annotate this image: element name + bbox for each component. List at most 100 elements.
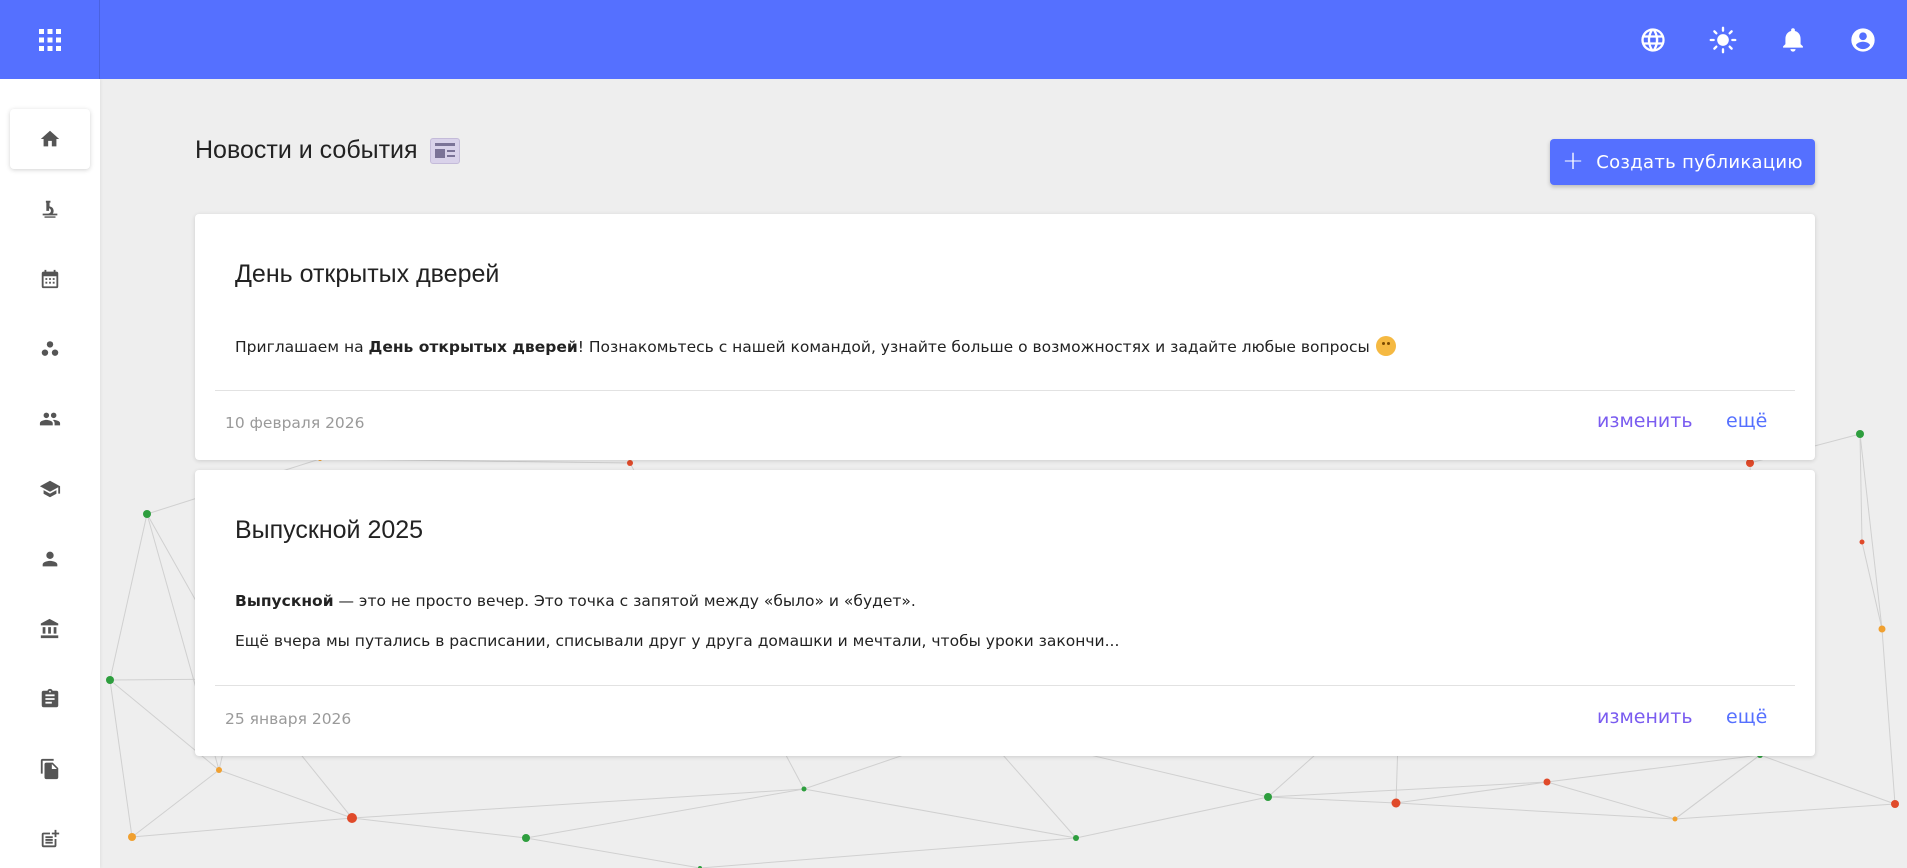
home-icon: [40, 130, 60, 147]
post-date: 10 февраля 2026: [225, 414, 365, 432]
network-edge: [351, 788, 805, 819]
person-icon: [42, 551, 58, 567]
post-paragraph: Ещё вчера мы путались в расписании, спис…: [235, 632, 1119, 651]
post-body: Приглашаем на День открытых дверей! Позн…: [235, 336, 1396, 357]
sidebar-item-calendar[interactable]: [10, 249, 90, 309]
network-edge: [1267, 796, 1397, 804]
files-icon: [40, 758, 59, 780]
top-app-bar: [0, 0, 1907, 79]
clipboard-icon: [41, 688, 59, 708]
globe-icon: [1641, 27, 1665, 52]
sidebar-item-institution[interactable]: [10, 599, 90, 659]
microscope-icon: [42, 200, 58, 218]
network-node: [106, 676, 114, 684]
network-node: [1672, 816, 1678, 822]
post-card: Выпускной 2025 Выпускной — это не просто…: [195, 470, 1815, 756]
network-edge: [1546, 754, 1761, 783]
apps-grid-icon: [38, 28, 61, 51]
create-post-button[interactable]: + Создать публикацию: [1550, 139, 1815, 185]
page-title-text: Новости и события: [195, 136, 418, 164]
network-node: [522, 834, 530, 842]
network-node: [143, 510, 151, 518]
sidebar-item-education[interactable]: [10, 459, 90, 519]
network-edge: [1395, 802, 1676, 820]
edit-post-link[interactable]: изменить: [1597, 410, 1693, 432]
post-title: Выпускной 2025: [235, 516, 424, 544]
sidebar-item-groups[interactable]: [10, 319, 90, 379]
newspaper-icon: [429, 137, 460, 164]
network-edge: [525, 837, 701, 868]
notifications-button[interactable]: [1775, 22, 1811, 58]
sidebar-item-profile[interactable]: [10, 529, 90, 589]
graduation-cap-icon: [39, 480, 61, 498]
people-icon: [39, 412, 61, 426]
network-edge: [803, 788, 1077, 839]
page-title: Новости и события: [195, 136, 460, 165]
network-node: [1746, 459, 1754, 467]
post-paragraph: Приглашаем на День открытых дверей! Позн…: [235, 336, 1396, 357]
network-node: [128, 833, 136, 841]
network-edge: [1861, 541, 1883, 630]
calendar-icon: [41, 269, 59, 289]
more-post-link[interactable]: ещё: [1726, 410, 1767, 432]
post-text: ! Познакомьтесь с нашей командой, узнайт…: [577, 338, 1370, 356]
network-node: [1264, 793, 1272, 801]
more-post-link[interactable]: ещё: [1726, 706, 1767, 728]
network-edge: [1075, 796, 1269, 839]
brightness-icon: [1709, 26, 1737, 53]
apps-menu-button[interactable]: [0, 0, 100, 79]
post-body: Выпускной — это не просто вечер. Это точ…: [235, 592, 1119, 650]
network-node: [801, 786, 807, 792]
network-node: [1859, 539, 1865, 545]
network-edge: [1759, 754, 1896, 805]
sidebar-item-new-post[interactable]: [10, 809, 90, 868]
bell-icon: [1783, 27, 1803, 52]
account-button[interactable]: [1845, 22, 1881, 58]
post-paragraph: Выпускной — это не просто вечер. Это точ…: [235, 592, 1119, 611]
network-edge: [1546, 781, 1676, 820]
hugging-face-emoji-icon: [1375, 336, 1396, 356]
network-node: [1543, 778, 1551, 786]
network-edge: [1881, 628, 1896, 805]
account-circle-icon: [1851, 27, 1875, 52]
post-text-bold: Выпускной: [235, 592, 334, 610]
network-edge: [1267, 781, 1548, 798]
network-node: [1878, 625, 1886, 633]
language-button[interactable]: [1635, 22, 1671, 58]
network-edge: [131, 817, 353, 838]
sidebar-nav: [0, 79, 100, 868]
plus-icon: +: [1562, 145, 1585, 176]
post-text: Приглашаем на: [235, 338, 369, 356]
card-divider: [215, 390, 1795, 391]
post-text: Ещё вчера мы путались в расписании, спис…: [235, 631, 1120, 650]
post-card: День открытых дверей Приглашаем на День …: [195, 214, 1815, 460]
network-edge: [351, 817, 527, 839]
network-node: [1391, 798, 1401, 808]
bank-icon: [40, 618, 59, 639]
network-node: [216, 767, 222, 773]
sidebar-item-science[interactable]: [10, 179, 90, 239]
network-edge: [1859, 433, 1883, 630]
sidebar-item-documents[interactable]: [10, 739, 90, 799]
network-node: [1856, 430, 1864, 438]
post-date: 25 января 2026: [225, 710, 352, 728]
theme-toggle-button[interactable]: [1705, 22, 1741, 58]
post-title: День открытых дверей: [235, 260, 500, 288]
post-add-icon: [41, 829, 60, 848]
bubbles-icon: [41, 341, 59, 356]
network-edge: [1674, 803, 1896, 820]
sidebar-item-assignments[interactable]: [10, 669, 90, 729]
sidebar-item-people[interactable]: [10, 389, 90, 449]
network-edge: [699, 837, 1077, 868]
network-node: [1073, 835, 1079, 841]
post-text-bold: День открытых дверей: [368, 338, 578, 356]
edit-post-link[interactable]: изменить: [1597, 706, 1693, 728]
sidebar-item-home[interactable]: [10, 109, 90, 169]
post-text: — это не просто вечер. Это точка с запят…: [333, 592, 916, 610]
network-edge: [131, 769, 220, 838]
network-edge: [109, 679, 133, 838]
network-edge: [525, 788, 805, 839]
card-divider: [215, 685, 1795, 686]
network-edge: [109, 513, 148, 681]
create-post-label: Создать публикацию: [1596, 151, 1803, 173]
